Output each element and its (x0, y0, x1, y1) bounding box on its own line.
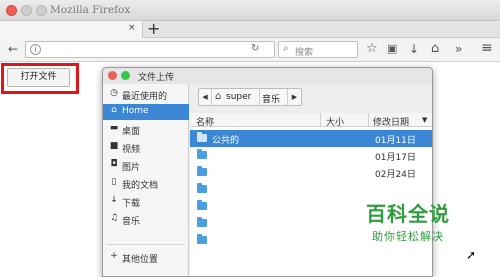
column-name-header[interactable]: 名称 (196, 115, 214, 128)
sidebar-item-home[interactable]: ⌂ Home (103, 104, 189, 120)
file-row[interactable]: 公共的 01月11日 (190, 130, 432, 147)
column-divider (320, 113, 321, 127)
video-icon: ■ (109, 141, 119, 151)
file-list-header: 名称 大小 修改日期 ▼ (190, 113, 432, 128)
music-icon: ♫ (109, 213, 119, 223)
sidebar-item-label: 我的文档 (122, 181, 159, 191)
file-date: 01月11日 (375, 136, 416, 146)
path-bar: ◀ ⌂ super 音乐 ▶ (198, 88, 302, 106)
sidebar-item-music[interactable]: ♫ 音乐 (103, 212, 189, 228)
star-icon[interactable]: ☆ (366, 41, 378, 56)
sidebar-item-label: 音乐 (122, 217, 141, 227)
download-icon: ↓ (110, 195, 118, 205)
search-input[interactable]: ⌕ 搜索 (278, 41, 358, 58)
browser-titlebar: Mozilla Firefox (0, 0, 500, 21)
dialog-close-button[interactable] (108, 71, 117, 80)
folder-icon (197, 217, 207, 227)
file-name: 公共的 (212, 136, 240, 146)
mouse-cursor-icon: ➚ (466, 248, 477, 262)
tab-strip: × + (0, 19, 500, 38)
clock-icon: ◷ (110, 88, 118, 98)
camera-icon: ◘ (110, 159, 118, 169)
places-sidebar: ◷ 最近使用的 ⌂ Home ▬ 桌面 ■ 视频 ◘ 图片 ▯ 我的文档 ↓ 下… (103, 84, 189, 276)
folder-icon (197, 149, 207, 159)
reload-icon[interactable]: ↻ (251, 43, 259, 54)
dialog-titlebar: 文件上传 (103, 68, 432, 84)
desktop-icon: ▬ (109, 123, 119, 133)
folder-icon (197, 183, 207, 193)
back-arrow-icon[interactable]: ← (8, 42, 18, 56)
home-icon[interactable]: ⌂ (431, 41, 439, 56)
sidebar-item-downloads[interactable]: ↓ 下载 (103, 194, 189, 210)
folder-icon (197, 234, 207, 244)
sidebar-item-label: Home (122, 106, 149, 116)
dialog-title: 文件上传 (138, 73, 175, 83)
document-icon: ▯ (111, 177, 117, 187)
home-icon: ⌂ (215, 91, 222, 102)
window-title: Mozilla Firefox (50, 4, 131, 16)
sort-down-icon[interactable]: ▼ (422, 116, 427, 124)
tab-close-icon[interactable]: × (128, 23, 136, 33)
close-window-button[interactable] (6, 5, 17, 16)
folder-icon (197, 166, 207, 176)
path-right-arrow-icon[interactable]: ▶ (287, 89, 301, 105)
search-placeholder: 搜索 (295, 48, 314, 58)
watermark-title: 百科全说 (366, 202, 450, 226)
sidebar-item-desktop[interactable]: ▬ 桌面 (103, 122, 189, 138)
file-row[interactable] (190, 181, 432, 198)
sidebar-item-documents[interactable]: ▯ 我的文档 (103, 176, 189, 192)
url-bar[interactable]: i (25, 41, 275, 58)
minimize-window-button[interactable] (21, 5, 32, 16)
sidebar-item-recent[interactable]: ◷ 最近使用的 (103, 87, 189, 103)
column-modified-header[interactable]: 修改日期 (373, 115, 409, 128)
sidebar-item-label: 其他位置 (122, 255, 159, 265)
sidebar-item-label: 图片 (122, 163, 141, 173)
file-date: 01月17日 (375, 153, 416, 163)
folder-icon (197, 132, 207, 142)
path-segment-user[interactable]: super (226, 92, 251, 102)
sidebar-item-pictures[interactable]: ◘ 图片 (103, 158, 189, 174)
plus-icon: + (110, 251, 118, 261)
path-divider (259, 89, 260, 105)
dialog-maximize-button[interactable] (121, 71, 130, 80)
search-icon: ⌕ (283, 43, 289, 54)
navigation-bar: ← i ↻ ⌕ 搜索 ☆ ▣ ↓ ⌂ » ≡ (0, 38, 500, 62)
sidebar-item-label: 下载 (122, 199, 141, 209)
sidebar-divider (107, 244, 185, 245)
open-file-button[interactable]: 打开文件 (7, 68, 70, 87)
folder-icon (197, 200, 207, 210)
sidebar-item-label: 最近使用的 (122, 92, 168, 102)
sidebar-item-label: 桌面 (122, 127, 141, 137)
file-upload-dialog: 文件上传 ◷ 最近使用的 ⌂ Home ▬ 桌面 ■ 视频 ◘ 图片 ▯ 我的文… (102, 67, 433, 277)
watermark-subtitle: 助你轻松解决 (372, 230, 444, 243)
sidebar-item-videos[interactable]: ■ 视频 (103, 140, 189, 156)
new-tab-button[interactable]: + (147, 19, 160, 38)
file-row[interactable]: 02月24日 (190, 164, 432, 181)
path-left-arrow-icon[interactable]: ◀ (199, 89, 212, 105)
sidebar-item-other-locations[interactable]: + 其他位置 (103, 250, 189, 266)
column-divider (368, 113, 369, 127)
overflow-icon[interactable]: » (455, 42, 462, 56)
file-date: 02月24日 (375, 170, 416, 180)
download-icon[interactable]: ↓ (409, 42, 419, 56)
sidebar-item-label: 视频 (122, 145, 141, 155)
reader-icon[interactable]: ▣ (387, 42, 397, 55)
home-icon: ⌂ (111, 105, 117, 115)
info-icon[interactable]: i (30, 44, 41, 55)
file-list: 名称 大小 修改日期 ▼ 公共的 01月11日 01月17日 02月24日 (190, 113, 432, 276)
menu-icon[interactable]: ≡ (481, 40, 493, 56)
column-size-header[interactable]: 大小 (326, 115, 344, 128)
maximize-window-button[interactable] (36, 5, 47, 16)
active-tab[interactable]: × (0, 21, 143, 38)
file-row[interactable]: 01月17日 (190, 147, 432, 164)
path-segment-folder[interactable]: 音乐 (262, 92, 280, 105)
